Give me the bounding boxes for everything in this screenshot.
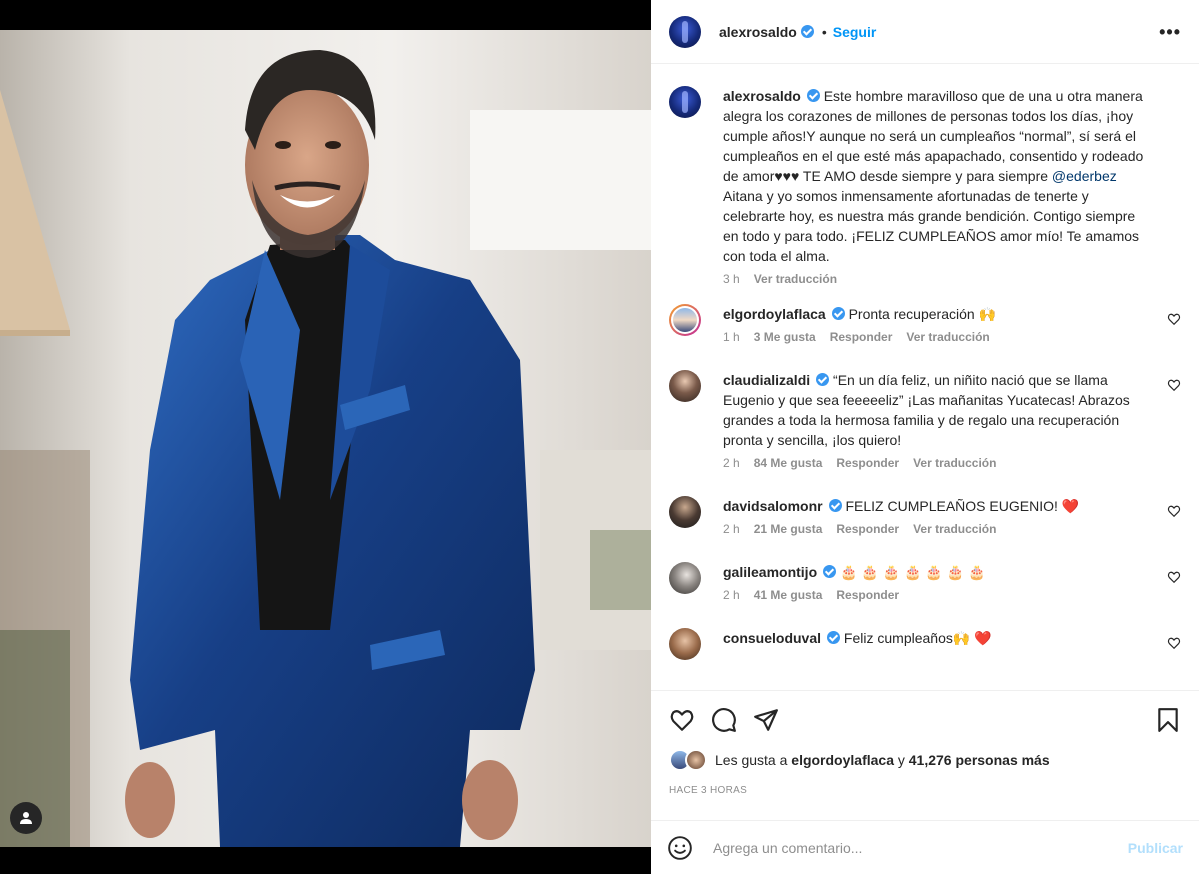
comment-time: 2 h bbox=[723, 456, 740, 470]
comment-body: Feliz cumpleaños🙌 ❤️ bbox=[843, 630, 992, 646]
comment-body: FELIZ CUMPLEAÑOS EUGENIO! ❤️ bbox=[845, 498, 1080, 514]
comment-item: elgordoylaflaca Pronta recuperación 🙌 1 … bbox=[669, 304, 1181, 344]
commenter-avatar[interactable] bbox=[669, 304, 701, 336]
comment-username[interactable]: consueloduval bbox=[723, 630, 821, 646]
follow-button[interactable]: Seguir bbox=[833, 24, 877, 40]
user-icon bbox=[20, 812, 32, 824]
portrait-illustration bbox=[0, 30, 651, 847]
like-comment-heart-icon[interactable] bbox=[1167, 570, 1181, 584]
reply-button[interactable]: Responder bbox=[836, 588, 899, 602]
liker-avatar bbox=[685, 749, 707, 771]
comment-item: consueloduval Feliz cumpleaños🙌 ❤️ bbox=[669, 628, 1181, 660]
post-actions: Les gusta a elgordoylaflaca y 41,276 per… bbox=[651, 690, 1199, 820]
comment-likes[interactable]: 84 Me gusta bbox=[754, 456, 823, 470]
likes-summary: Les gusta a elgordoylaflaca y 41,276 per… bbox=[669, 749, 1181, 771]
post-caption: alexrosaldo Este hombre maravilloso que … bbox=[669, 86, 1181, 286]
likes-conj: y bbox=[897, 752, 905, 768]
caption-avatar[interactable] bbox=[669, 86, 701, 118]
comment-username[interactable]: elgordoylaflaca bbox=[723, 306, 826, 322]
reply-button[interactable]: Responder bbox=[836, 522, 899, 536]
translate-button[interactable]: Ver traducción bbox=[906, 330, 989, 344]
comment-item: davidsalomonr FELIZ CUMPLEAÑOS EUGENIO! … bbox=[669, 496, 1181, 536]
comment-username[interactable]: claudializaldi bbox=[723, 372, 810, 388]
tagged-people-button[interactable] bbox=[10, 802, 42, 834]
commenter-avatar[interactable] bbox=[669, 562, 701, 594]
caption-username[interactable]: alexrosaldo bbox=[723, 88, 801, 104]
verified-badge-icon bbox=[831, 307, 845, 320]
commenter-avatar[interactable] bbox=[669, 628, 701, 660]
comment-body: 🎂 🎂 🎂 🎂 🎂 🎂 🎂 bbox=[840, 564, 986, 580]
post-details-panel: alexrosaldo • Seguir ••• alexrosaldo Est… bbox=[651, 0, 1199, 874]
owner-avatar[interactable] bbox=[669, 15, 701, 48]
caption-meta: 3 h Ver traducción bbox=[723, 272, 1181, 286]
like-heart-icon[interactable] bbox=[669, 707, 695, 733]
commenter-avatar[interactable] bbox=[669, 370, 701, 402]
comment-text: claudializaldi “En un día feliz, un niñi… bbox=[723, 370, 1181, 450]
owner-username[interactable]: alexrosaldo bbox=[719, 24, 797, 40]
verified-badge-icon bbox=[816, 373, 830, 386]
translate-button[interactable]: Ver traducción bbox=[913, 456, 996, 470]
likes-others-link[interactable]: 41,276 personas más bbox=[909, 752, 1050, 768]
like-comment-heart-icon[interactable] bbox=[1167, 636, 1181, 650]
comment-time: 2 h bbox=[723, 522, 740, 536]
save-bookmark-icon[interactable] bbox=[1155, 707, 1181, 733]
verified-badge-icon bbox=[828, 499, 842, 512]
reply-button[interactable]: Responder bbox=[830, 330, 893, 344]
comment-meta: 2 h 41 Me gusta Responder bbox=[723, 588, 1181, 602]
mention-link[interactable]: @ederbez bbox=[1052, 168, 1117, 184]
likes-user-link[interactable]: elgordoylaflaca bbox=[791, 752, 894, 768]
comment-text: elgordoylaflaca Pronta recuperación 🙌 bbox=[723, 304, 1181, 324]
share-send-icon[interactable] bbox=[753, 707, 779, 733]
comment-input[interactable] bbox=[713, 839, 1128, 856]
comment-meta: 1 h 3 Me gusta Responder Ver traducción bbox=[723, 330, 1181, 344]
like-comment-heart-icon[interactable] bbox=[1167, 504, 1181, 518]
caption-body-2: Aitana y yo somos inmensamente afortunad… bbox=[723, 188, 1140, 264]
verified-badge-icon bbox=[823, 565, 837, 578]
commenter-avatar[interactable] bbox=[669, 496, 701, 528]
reply-button[interactable]: Responder bbox=[836, 456, 899, 470]
verified-badge-icon bbox=[806, 89, 820, 102]
post-timestamp[interactable]: HACE 3 HORAS bbox=[669, 785, 1181, 796]
comment-text: consueloduval Feliz cumpleaños🙌 ❤️ bbox=[723, 628, 1181, 648]
comment-likes[interactable]: 41 Me gusta bbox=[754, 588, 823, 602]
comment-username[interactable]: davidsalomonr bbox=[723, 498, 823, 514]
like-comment-heart-icon[interactable] bbox=[1167, 378, 1181, 392]
verified-badge-icon bbox=[827, 631, 841, 644]
comment-body: Pronta recuperación 🙌 bbox=[848, 306, 996, 322]
comment-text: galileamontijo 🎂 🎂 🎂 🎂 🎂 🎂 🎂 bbox=[723, 562, 1181, 582]
more-options-icon[interactable]: ••• bbox=[1159, 22, 1181, 43]
likers-avatars[interactable] bbox=[669, 749, 711, 771]
comment-time: 2 h bbox=[723, 588, 740, 602]
post-photo[interactable] bbox=[0, 30, 651, 847]
comment-item: galileamontijo 🎂 🎂 🎂 🎂 🎂 🎂 🎂 2 h 41 Me g… bbox=[669, 562, 1181, 602]
emoji-icon[interactable] bbox=[667, 835, 693, 861]
translate-button[interactable]: Ver traducción bbox=[913, 522, 996, 536]
comment-meta: 2 h 21 Me gusta Responder Ver traducción bbox=[723, 522, 1181, 536]
comment-item: claudializaldi “En un día feliz, un niñi… bbox=[669, 370, 1181, 470]
post-media-pane bbox=[0, 0, 651, 874]
publish-button[interactable]: Publicar bbox=[1128, 840, 1183, 856]
separator-dot: • bbox=[821, 23, 827, 40]
action-icons-row bbox=[669, 691, 1181, 749]
likes-prefix: Les gusta a bbox=[715, 752, 788, 768]
comment-username[interactable]: galileamontijo bbox=[723, 564, 817, 580]
translate-button[interactable]: Ver traducción bbox=[754, 272, 837, 286]
comment-meta: 2 h 84 Me gusta Responder Ver traducción bbox=[723, 456, 1181, 470]
post-header: alexrosaldo • Seguir ••• bbox=[651, 0, 1199, 64]
like-comment-heart-icon[interactable] bbox=[1167, 312, 1181, 326]
comment-likes[interactable]: 21 Me gusta bbox=[754, 522, 823, 536]
caption-text: alexrosaldo Este hombre maravilloso que … bbox=[723, 86, 1181, 266]
comment-likes[interactable]: 3 Me gusta bbox=[754, 330, 816, 344]
comment-time: 1 h bbox=[723, 330, 740, 344]
comments-list[interactable]: alexrosaldo Este hombre maravilloso que … bbox=[651, 65, 1199, 689]
verified-badge-icon bbox=[800, 25, 814, 38]
caption-time: 3 h bbox=[723, 272, 740, 286]
add-comment-bar: Publicar bbox=[651, 820, 1199, 874]
comment-bubble-icon[interactable] bbox=[711, 707, 737, 733]
comment-text: davidsalomonr FELIZ CUMPLEAÑOS EUGENIO! … bbox=[723, 496, 1181, 516]
